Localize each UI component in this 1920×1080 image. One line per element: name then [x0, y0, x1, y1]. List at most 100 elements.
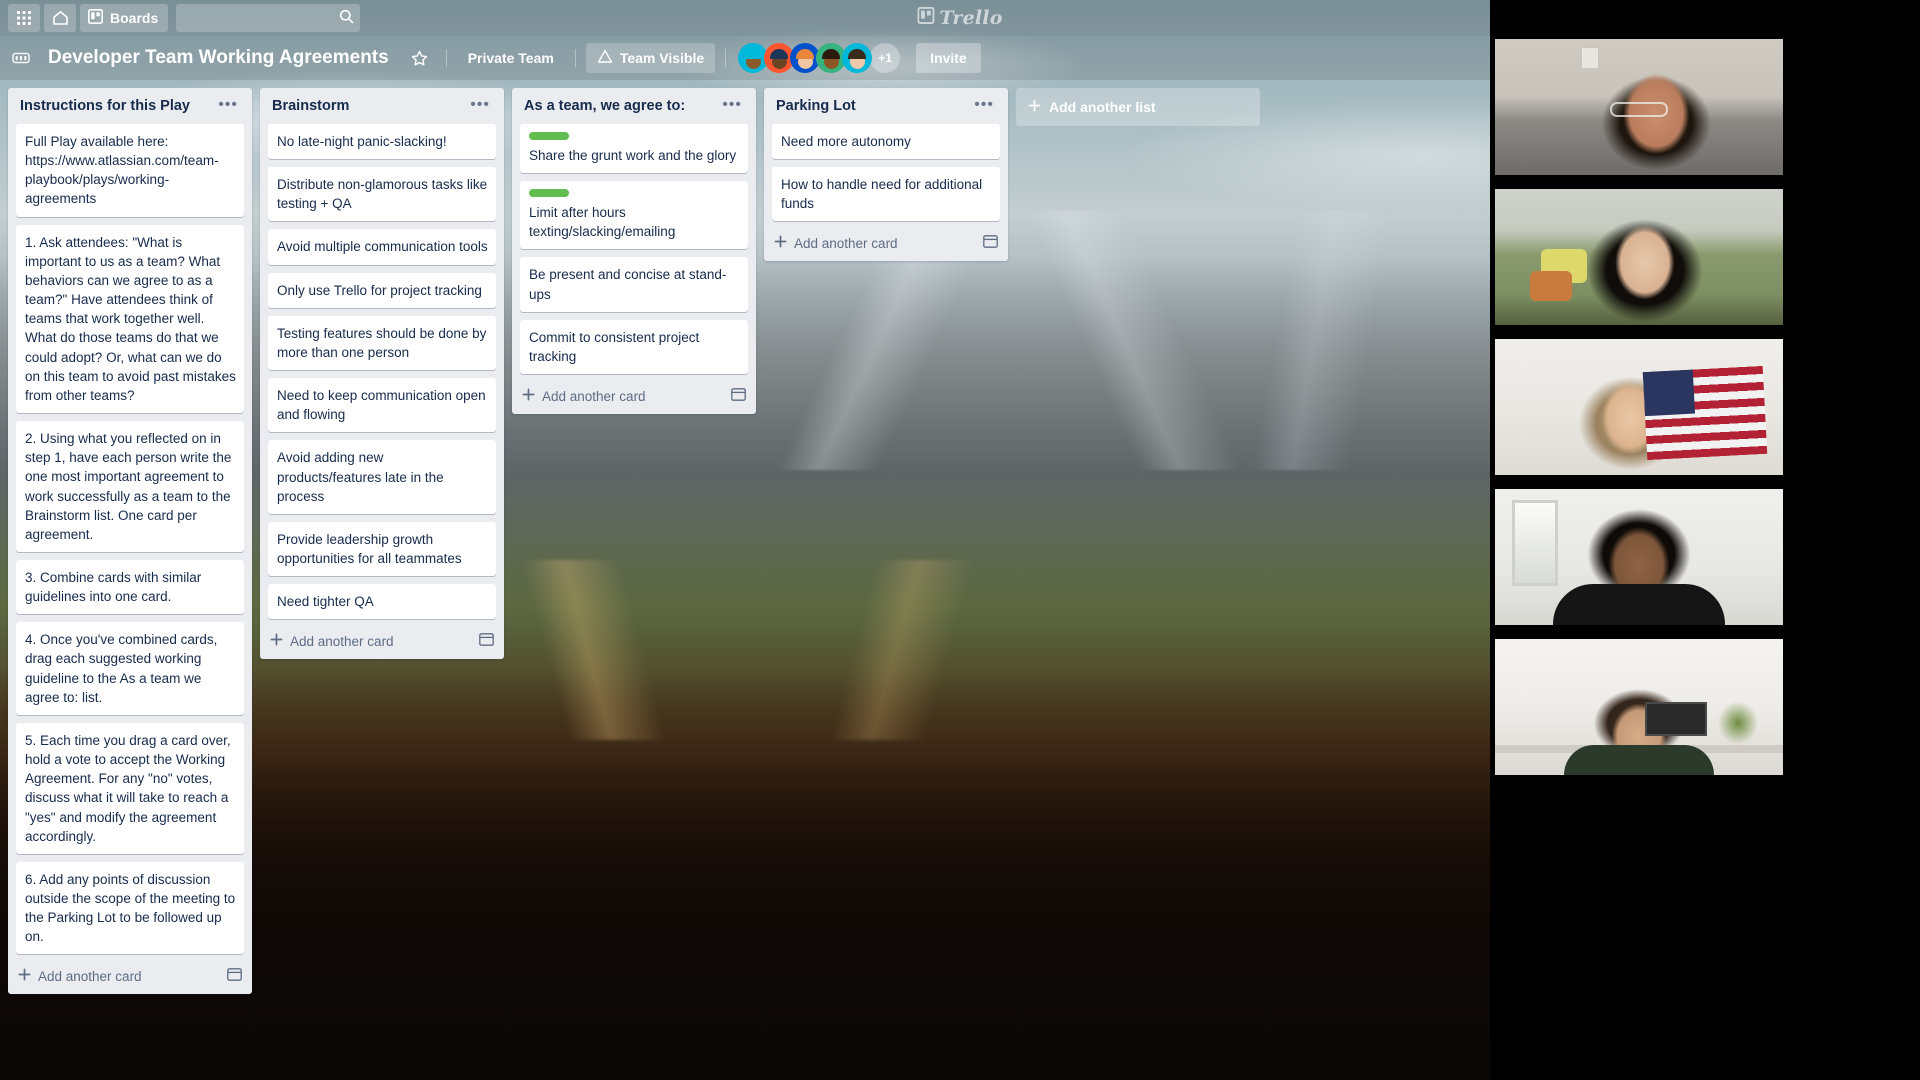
list-title[interactable]: Instructions for this Play [20, 98, 190, 115]
card-template-icon[interactable] [983, 235, 998, 251]
card[interactable]: Distribute non-glamorous tasks like test… [268, 167, 496, 221]
list-header: Parking Lot ••• [764, 88, 1008, 124]
card[interactable]: 1. Ask attendees: "What is important to … [16, 225, 244, 413]
list-menu-icon[interactable]: ••• [968, 98, 1000, 116]
header-divider-2 [575, 49, 576, 67]
add-card-row[interactable]: Add another card [764, 229, 1008, 261]
card[interactable]: 2. Using what you reflected on in step 1… [16, 421, 244, 552]
trello-board-with-video-call: Boards Trello [0, 0, 1920, 1080]
card-text: 2. Using what you reflected on in step 1… [25, 429, 236, 544]
card-text: No late-night panic-slacking! [277, 132, 488, 151]
board-list: Brainstorm ••• No late-night panic-slackin… [260, 88, 504, 659]
card[interactable]: Need to keep communication open and flow… [268, 378, 496, 432]
card[interactable]: No late-night panic-slacking! [268, 124, 496, 159]
list-menu-icon[interactable]: ••• [716, 98, 748, 116]
search-box[interactable] [176, 4, 360, 32]
add-card-label: Add another card [38, 969, 142, 984]
board-list: As a team, we agree to: ••• Share the grun… [512, 88, 756, 414]
card-label[interactable] [529, 189, 569, 197]
add-card-row[interactable]: Add another card [8, 962, 252, 994]
header-divider-1 [446, 49, 447, 67]
card[interactable]: 5. Each time you drag a card over, hold … [16, 723, 244, 854]
card-template-icon[interactable] [479, 633, 494, 649]
list-header: Brainstorm ••• [260, 88, 504, 124]
video-tile-participant-3[interactable] [1494, 338, 1784, 476]
board-privacy-button[interactable]: Private Team [457, 43, 565, 73]
members-overflow-badge[interactable]: +1 [870, 43, 900, 73]
card-text: 5. Each time you drag a card over, hold … [25, 731, 236, 846]
add-card-label: Add another card [542, 389, 646, 404]
card[interactable]: Need more autonomy [772, 124, 1000, 159]
invite-button[interactable]: Invite [916, 43, 981, 73]
card[interactable]: Share the grunt work and the glory [520, 124, 748, 173]
star-icon[interactable] [403, 43, 436, 73]
grid-apps-icon[interactable] [8, 4, 40, 32]
add-card-row[interactable]: Add another card [512, 382, 756, 414]
card-template-icon[interactable] [227, 968, 242, 984]
list-cards[interactable]: Share the grunt work and the glory Limit … [512, 124, 756, 382]
card[interactable]: Need tighter QA [268, 584, 496, 619]
search-input[interactable] [176, 4, 360, 32]
add-card-row[interactable]: Add another card [260, 627, 504, 659]
list-menu-icon[interactable]: ••• [212, 98, 244, 116]
board-visibility-label: Team Visible [620, 50, 704, 66]
card-text: Only use Trello for project tracking [277, 281, 488, 300]
list-header: As a team, we agree to: ••• [512, 88, 756, 124]
plus-icon [18, 968, 31, 984]
list-cards[interactable]: Need more autonomy How to handle need for… [764, 124, 1008, 229]
card[interactable]: 3. Combine cards with similar guidelines… [16, 560, 244, 614]
card[interactable]: How to handle need for additional funds [772, 167, 1000, 221]
card-text: 6. Add any points of discussion outside … [25, 870, 236, 947]
board-visibility-button[interactable]: Team Visible [586, 43, 715, 73]
board-canvas: Instructions for this Play ••• Full Play a… [0, 80, 1350, 1080]
card-text: Need more autonomy [781, 132, 992, 151]
board-list: Instructions for this Play ••• Full Play a… [8, 88, 252, 994]
card[interactable]: Limit after hours texting/slacking/email… [520, 181, 748, 249]
trello-logo: Trello [917, 7, 1002, 29]
home-icon[interactable] [44, 4, 76, 32]
list-menu-icon[interactable]: ••• [464, 98, 496, 116]
video-tile-participant-4[interactable] [1494, 488, 1784, 626]
list-title[interactable]: As a team, we agree to: [524, 98, 685, 115]
add-another-list-button[interactable]: Add another list [1016, 88, 1260, 126]
header-divider-3 [725, 49, 726, 67]
card-text: Limit after hours texting/slacking/email… [529, 203, 740, 241]
add-card-label: Add another card [794, 236, 898, 251]
board-privacy-label: Private Team [468, 50, 554, 66]
card-text: Be present and concise at stand-ups [529, 265, 740, 303]
trello-logo-text: Trello [939, 7, 1002, 29]
member-avatar-5[interactable] [842, 43, 872, 73]
card[interactable]: Be present and concise at stand-ups [520, 257, 748, 311]
video-tile-participant-2[interactable] [1494, 188, 1784, 326]
board-toggle-icon[interactable] [8, 45, 34, 71]
list-title[interactable]: Parking Lot [776, 98, 856, 115]
card[interactable]: Avoid adding new products/features late … [268, 440, 496, 513]
card-label[interactable] [529, 132, 569, 140]
card-text: 1. Ask attendees: "What is important to … [25, 233, 236, 405]
card[interactable]: Full Play available here: https://www.at… [16, 124, 244, 217]
list-title[interactable]: Brainstorm [272, 98, 349, 115]
card-template-icon[interactable] [731, 388, 746, 404]
card[interactable]: Provide leadership growth opportunities … [268, 522, 496, 576]
video-call-panel [1490, 0, 1920, 1080]
video-tile-participant-5[interactable] [1494, 638, 1784, 776]
page-title[interactable]: Developer Team Working Agreements [38, 43, 399, 73]
card-text: Distribute non-glamorous tasks like test… [277, 175, 488, 213]
card-text: Avoid adding new products/features late … [277, 448, 488, 505]
list-cards[interactable]: No late-night panic-slacking! Distribute … [260, 124, 504, 627]
card-text: How to handle need for additional funds [781, 175, 992, 213]
card[interactable]: Avoid multiple communication tools [268, 229, 496, 264]
card-text: Full Play available here: https://www.at… [25, 132, 236, 209]
card[interactable]: Testing features should be done by more … [268, 316, 496, 370]
add-list-label: Add another list [1049, 99, 1156, 115]
card[interactable]: Commit to consistent project tracking [520, 320, 748, 374]
card-text: Commit to consistent project tracking [529, 328, 740, 366]
boards-button[interactable]: Boards [80, 4, 168, 32]
card[interactable]: 6. Add any points of discussion outside … [16, 862, 244, 955]
plus-icon [522, 388, 535, 404]
card[interactable]: 4. Once you've combined cards, drag each… [16, 622, 244, 715]
list-cards[interactable]: Full Play available here: https://www.at… [8, 124, 252, 962]
video-tile-participant-1[interactable] [1494, 38, 1784, 176]
search-icon[interactable] [339, 9, 354, 29]
card[interactable]: Only use Trello for project tracking [268, 273, 496, 308]
